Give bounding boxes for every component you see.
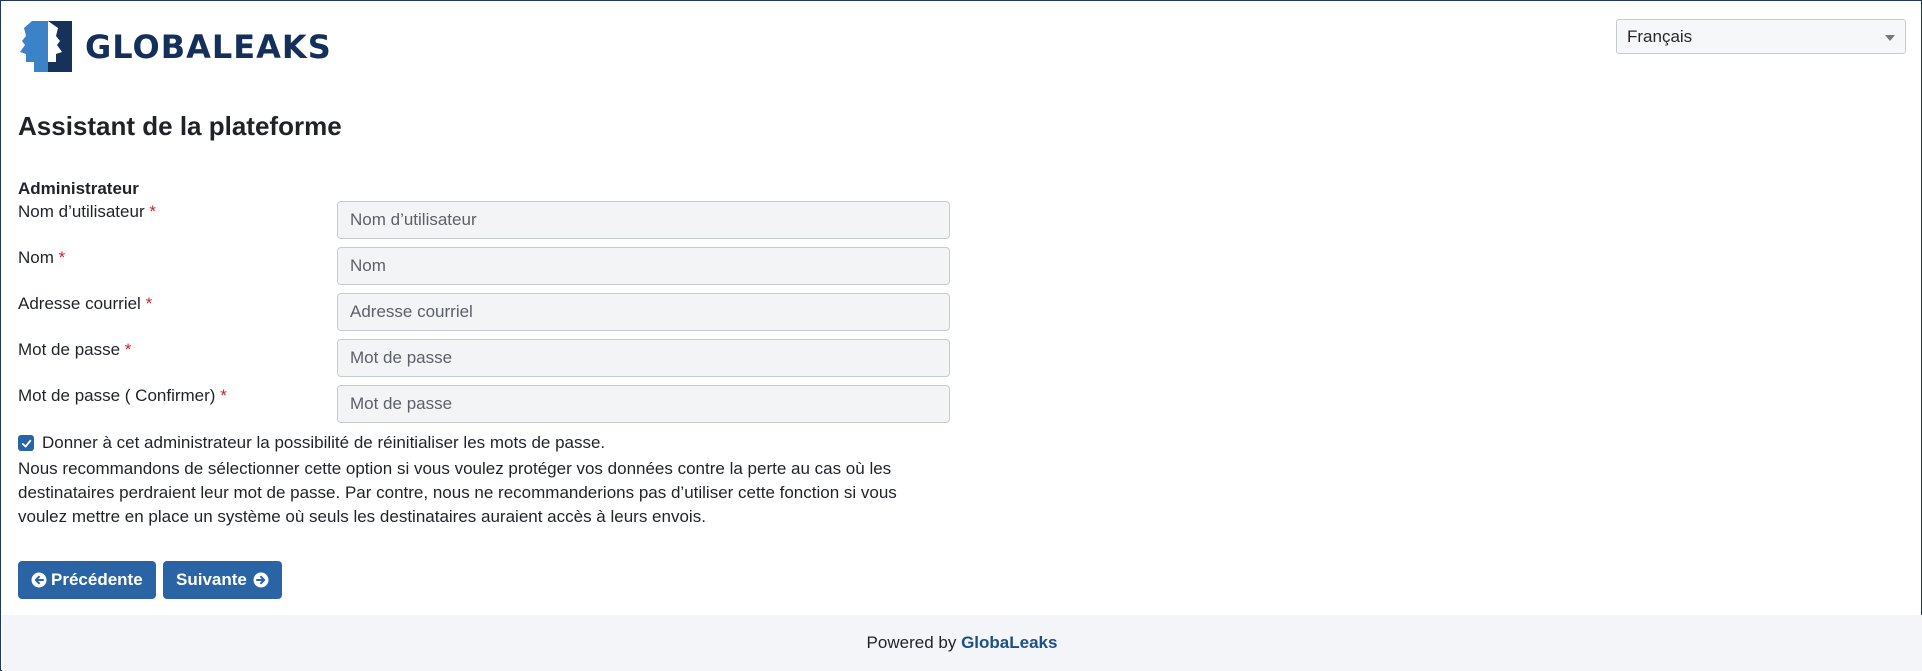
logo-text: GLOBALEAKS — [85, 27, 332, 66]
previous-button-label: Précédente — [51, 570, 143, 589]
required-marker: * — [220, 386, 227, 405]
password-confirm-label: Mot de passe ( Confirmer) * — [18, 386, 227, 406]
next-button[interactable]: Suivante — [163, 561, 282, 599]
next-button-label: Suivante — [176, 570, 247, 589]
password-confirm-label-text: Mot de passe ( Confirmer) — [18, 386, 216, 405]
caret-down-icon — [1885, 35, 1895, 41]
reset-password-help: Nous recommandons de sélectionner cette … — [18, 459, 897, 526]
name-label-text: Nom — [18, 248, 54, 267]
password-label-text: Mot de passe — [18, 340, 121, 359]
username-input[interactable] — [337, 201, 950, 239]
password-input[interactable] — [337, 339, 950, 377]
footer: Powered by GlobaLeaks — [2, 615, 1922, 671]
username-label: Nom d’utilisateur * — [18, 202, 156, 222]
language-select[interactable]: Français — [1616, 19, 1906, 54]
checkmark-icon — [21, 439, 31, 447]
email-label-text: Adresse courriel — [18, 294, 141, 313]
required-marker: * — [145, 294, 153, 313]
email-input[interactable] — [337, 293, 950, 331]
footer-prefix: Powered by — [866, 633, 957, 652]
reset-password-label: Donner à cet administrateur la possibili… — [42, 433, 606, 452]
globaleaks-logo-icon — [20, 21, 72, 72]
arrow-circle-right-icon — [253, 572, 269, 588]
previous-button[interactable]: Précédente — [18, 561, 156, 599]
reset-password-checkbox[interactable] — [18, 435, 34, 451]
required-marker: * — [58, 248, 66, 267]
password-label: Mot de passe * — [18, 340, 131, 360]
username-label-text: Nom d’utilisateur — [18, 202, 145, 221]
logo[interactable]: GLOBALEAKS — [18, 18, 332, 75]
footer-brand-link[interactable]: GlobaLeaks — [961, 633, 1057, 652]
language-select-value: Français — [1627, 27, 1693, 46]
section-label: Administrateur — [18, 179, 139, 198]
email-label: Adresse courriel * — [18, 294, 152, 314]
page-title: Assistant de la plateforme — [18, 111, 342, 141]
app-frame: GLOBALEAKS Français Assistant de la plat… — [0, 0, 1922, 671]
password-confirm-input[interactable] — [337, 385, 950, 423]
name-input[interactable] — [337, 247, 950, 285]
required-marker: * — [149, 202, 156, 221]
required-marker: * — [124, 340, 132, 359]
name-label: Nom * — [18, 248, 65, 268]
arrow-circle-left-icon — [31, 572, 47, 588]
reset-password-option[interactable]: Donner à cet administrateur la possibili… — [18, 433, 605, 453]
